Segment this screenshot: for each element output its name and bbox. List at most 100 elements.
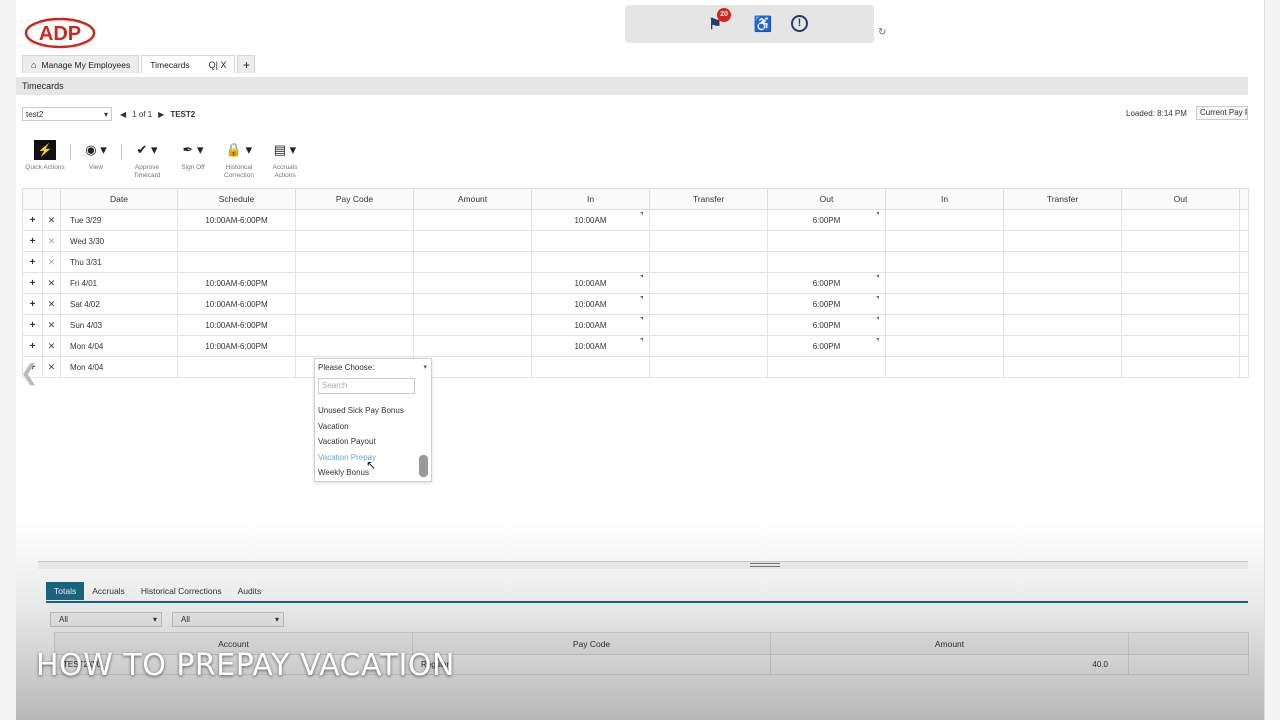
amount-cell[interactable]: [413, 314, 532, 336]
in-cell-2[interactable]: [885, 293, 1004, 315]
employee-select[interactable]: test2 ▾: [22, 107, 112, 121]
column-header-transfer-2[interactable]: Transfer: [1003, 188, 1122, 210]
column-header-amount[interactable]: Amount: [413, 188, 532, 210]
out-cell[interactable]: 6:00PM: [767, 272, 886, 294]
add-row-icon[interactable]: +: [22, 251, 43, 273]
out-cell-2[interactable]: [1121, 272, 1240, 294]
transfer-cell-2[interactable]: [1003, 314, 1122, 336]
view-button[interactable]: ◉ ▾ View: [73, 140, 119, 172]
option-vacation-payout[interactable]: Vacation Payout: [318, 434, 404, 450]
delete-row-icon[interactable]: ✕: [42, 272, 61, 294]
add-row-icon[interactable]: +: [22, 230, 43, 252]
add-row-icon[interactable]: +: [22, 209, 43, 231]
option-vacation[interactable]: Vacation: [318, 419, 404, 435]
transfer-cell[interactable]: [649, 314, 768, 336]
tab-totals[interactable]: Totals: [46, 582, 85, 600]
column-header-transfer[interactable]: Transfer: [649, 188, 768, 210]
in-cell[interactable]: 10:00AM: [531, 314, 650, 336]
column-header-amount[interactable]: Amount: [770, 632, 1129, 655]
out-cell[interactable]: [767, 251, 886, 273]
pay-code-cell[interactable]: [295, 272, 414, 294]
transfer-cell-2[interactable]: [1003, 209, 1122, 231]
transfer-cell-2[interactable]: [1003, 335, 1122, 357]
out-cell-2[interactable]: [1121, 209, 1240, 231]
tab-historical-corrections[interactable]: Historical Corrections: [133, 582, 230, 600]
pay-code-cell[interactable]: [295, 251, 414, 273]
out-cell[interactable]: [767, 230, 886, 252]
paycode-filter-select[interactable]: All ▾: [172, 612, 284, 627]
out-cell-2[interactable]: [1121, 356, 1240, 378]
dropdown-scrollbar[interactable]: [419, 455, 428, 477]
amount-cell[interactable]: [413, 272, 532, 294]
in-cell-2[interactable]: [885, 314, 1004, 336]
in-cell[interactable]: [531, 230, 650, 252]
column-header-in-2[interactable]: In: [885, 188, 1004, 210]
transfer-cell-2[interactable]: [1003, 230, 1122, 252]
delete-row-icon[interactable]: ✕: [42, 356, 61, 378]
add-row-icon[interactable]: +: [22, 314, 43, 336]
accruals-actions-button[interactable]: ▤ ▾ Accruals Actions: [262, 140, 308, 180]
in-cell[interactable]: 10:00AM: [531, 272, 650, 294]
tab-manage-my-employees[interactable]: ⌂ Manage My Employees: [22, 55, 140, 73]
transfer-cell[interactable]: [649, 251, 768, 273]
tab-tools[interactable]: Q| X: [209, 60, 227, 70]
transfer-cell[interactable]: [649, 272, 768, 294]
out-cell-2[interactable]: [1121, 251, 1240, 273]
accessibility-icon[interactable]: ♿: [753, 15, 773, 35]
option-unused-sick-pay-bonus[interactable]: Unused Sick Pay Bonus: [318, 403, 404, 419]
warning-icon[interactable]: !: [791, 15, 808, 32]
out-cell[interactable]: 6:00PM: [767, 209, 886, 231]
option-weekly-bonus[interactable]: Weekly Bonus: [318, 465, 404, 481]
in-cell[interactable]: [531, 251, 650, 273]
approve-timecard-button[interactable]: ✔ ▾ Approve Timecard: [124, 140, 170, 180]
in-cell[interactable]: 10:00AM: [531, 335, 650, 357]
delete-row-icon[interactable]: ✕: [42, 293, 61, 315]
transfer-cell[interactable]: [649, 356, 768, 378]
transfer-cell[interactable]: [649, 293, 768, 315]
tab-timecards[interactable]: Timecards Q| X: [141, 55, 236, 73]
transfer-cell-2[interactable]: [1003, 272, 1122, 294]
quick-actions-button[interactable]: ⚡ Quick Actions: [22, 140, 68, 172]
out-cell-2[interactable]: [1121, 335, 1240, 357]
drag-handle-icon[interactable]: [750, 563, 780, 567]
transfer-cell[interactable]: [649, 230, 768, 252]
transfer-cell[interactable]: [649, 209, 768, 231]
in-cell[interactable]: 10:00AM: [531, 293, 650, 315]
add-row-icon[interactable]: +: [22, 272, 43, 294]
out-cell-2[interactable]: [1121, 293, 1240, 315]
delete-row-icon[interactable]: ✕: [42, 314, 61, 336]
add-row-icon[interactable]: +: [22, 335, 43, 357]
panel-splitter[interactable]: [38, 561, 1248, 569]
amount-cell[interactable]: [413, 230, 532, 252]
column-header-schedule[interactable]: Schedule: [177, 188, 296, 210]
in-cell-2[interactable]: [885, 272, 1004, 294]
column-header-date[interactable]: Date: [60, 188, 178, 210]
out-cell[interactable]: 6:00PM: [767, 293, 886, 315]
delete-row-icon[interactable]: ✕: [42, 230, 61, 252]
amount-cell[interactable]: [413, 293, 532, 315]
transfer-cell-2[interactable]: [1003, 251, 1122, 273]
pay-code-cell[interactable]: [295, 230, 414, 252]
option-vacation-prepay[interactable]: Vacation Prepay: [318, 450, 404, 466]
account-filter-select[interactable]: All ▾: [50, 612, 162, 627]
in-cell-2[interactable]: [885, 356, 1004, 378]
transfer-cell-2[interactable]: [1003, 293, 1122, 315]
pay-code-select[interactable]: Please Choose: ▾: [315, 359, 431, 375]
next-page-icon[interactable]: ▶: [158, 110, 164, 119]
column-header-in[interactable]: In: [531, 188, 650, 210]
pay-period-select[interactable]: Current Pay P: [1196, 106, 1248, 120]
in-cell-2[interactable]: [885, 251, 1004, 273]
pay-code-search-input[interactable]: Search: [318, 378, 415, 394]
in-cell[interactable]: 10:00AM: [531, 209, 650, 231]
delete-row-icon[interactable]: ✕: [42, 209, 61, 231]
column-header-pay-code[interactable]: Pay Code: [295, 188, 414, 210]
chevron-left-icon[interactable]: ❮: [20, 360, 38, 386]
historical-correction-button[interactable]: 🔒 ▾ Historical Correction: [216, 140, 262, 180]
amount-cell[interactable]: [413, 209, 532, 231]
out-cell[interactable]: [767, 356, 886, 378]
add-row-icon[interactable]: +: [22, 293, 43, 315]
column-header-out-2[interactable]: Out: [1121, 188, 1240, 210]
pay-code-cell[interactable]: [295, 209, 414, 231]
tab-audits[interactable]: Audits: [230, 582, 270, 600]
out-cell-2[interactable]: [1121, 230, 1240, 252]
